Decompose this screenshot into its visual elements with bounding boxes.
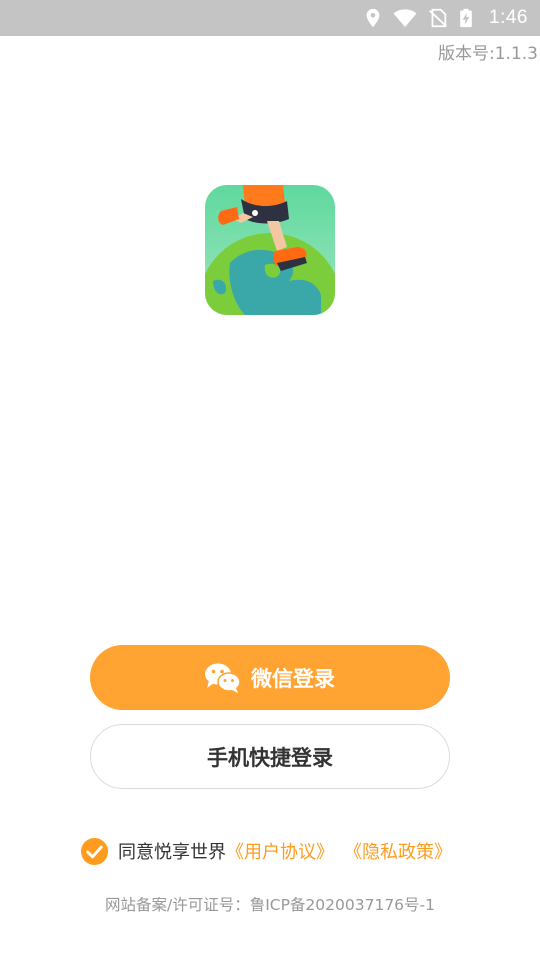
app-logo-icon: [205, 185, 335, 315]
wifi-icon: [393, 9, 417, 27]
phone-login-button[interactable]: 手机快捷登录: [90, 724, 450, 789]
icp-license-label: 网站备案/许可证号：鲁ICP备2020037176号-1: [104, 896, 436, 914]
user-agreement-link[interactable]: 《用户协议》: [226, 838, 334, 864]
location-icon: [366, 8, 380, 28]
agreement-checkbox[interactable]: [80, 837, 109, 866]
wechat-login-label: 微信登录: [251, 666, 335, 691]
no-sim-icon: [429, 8, 447, 28]
version-label: 版本号:1.1.3: [438, 44, 538, 64]
wechat-login-button[interactable]: 微信登录: [90, 645, 450, 710]
battery-charging-icon: [460, 8, 472, 28]
privacy-policy-link[interactable]: 《隐私政策》: [344, 838, 452, 864]
agreement-prefix: 同意悦享世界: [118, 842, 226, 863]
status-bar: 1:46: [0, 0, 540, 36]
agreement-row: 同意悦享世界 《用户协议》 《隐私政策》: [80, 836, 452, 866]
wechat-icon: [205, 663, 241, 693]
status-time: 1:46: [489, 7, 528, 28]
phone-login-label: 手机快捷登录: [207, 745, 333, 770]
